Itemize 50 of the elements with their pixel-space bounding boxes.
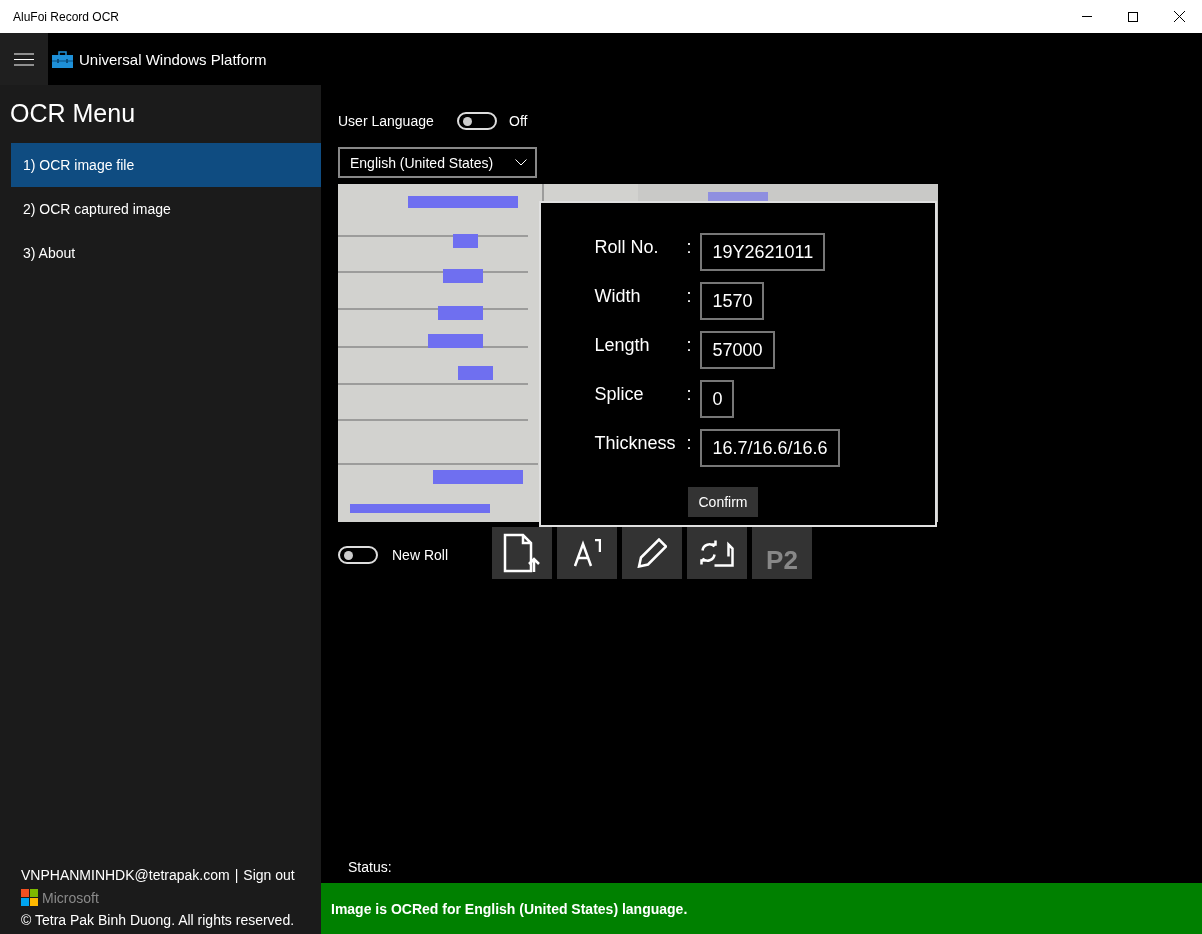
input-field[interactable]: 57000 [700, 331, 775, 369]
new-roll-toggle[interactable] [338, 546, 378, 564]
menu-icon [14, 52, 34, 66]
window-title: AluFoi Record OCR [12, 9, 121, 24]
menu-item[interactable]: 1) OCR image file [11, 143, 321, 187]
input-field[interactable]: 19Y2621011 [700, 233, 826, 271]
colon: : [686, 383, 693, 405]
maximize-icon[interactable] [1128, 11, 1138, 22]
close-icon[interactable] [1173, 11, 1185, 22]
menu-item[interactable]: 2) OCR captured image [11, 187, 321, 231]
text-icon [573, 539, 601, 567]
brand-name: Microsoft [42, 889, 99, 906]
field-label: Length [594, 334, 651, 356]
tool-button[interactable] [557, 527, 617, 579]
new-roll-label: New Roll [392, 547, 448, 563]
tool-button[interactable] [622, 527, 682, 579]
toggle-state: Off [509, 113, 528, 129]
tool-button[interactable] [687, 527, 747, 579]
field-label: Splice [594, 383, 645, 405]
menu-item[interactable]: 3) About [11, 231, 321, 275]
colon: : [686, 236, 693, 258]
confirm-button[interactable]: Confirm [688, 487, 758, 517]
input-field[interactable]: 16.7/16.6/16.6 [700, 429, 840, 467]
windows-logo-icon [21, 889, 38, 906]
refresh-icon [700, 539, 734, 567]
copyright-text: © Tetra Pak Binh Duong. All rights reserved. [21, 912, 296, 928]
sign-out-link[interactable]: Sign out [243, 867, 295, 883]
user-language-toggle[interactable] [457, 112, 497, 130]
field-label: Width [594, 285, 642, 307]
field-label: Thickness [594, 432, 677, 454]
colon: : [686, 334, 693, 356]
menu-button[interactable] [0, 33, 48, 85]
field-label: Roll No. [594, 236, 660, 258]
file-upload-icon [503, 533, 541, 573]
account-email: VNPHANMINHDK@tetrapak.com [21, 867, 230, 883]
colon: : [686, 432, 693, 454]
input-field[interactable]: 0 [700, 380, 735, 418]
separator: | [234, 867, 239, 883]
language-dropdown[interactable]: English (United States) [338, 147, 537, 178]
pencil-icon [637, 538, 667, 568]
tool-button[interactable] [492, 527, 552, 579]
menu-title: OCR Menu [9, 98, 137, 129]
chevron-down-icon [515, 159, 527, 166]
toolbox-icon [52, 50, 73, 68]
input-field[interactable]: 1570 [700, 282, 765, 320]
status-message: Image is OCRed for English (United States) language. [321, 883, 1202, 934]
app-title: Universal Windows Platform [79, 50, 267, 68]
status-label: Status: [347, 859, 393, 877]
colon: : [686, 285, 693, 307]
user-language-label: User Language [338, 113, 435, 129]
